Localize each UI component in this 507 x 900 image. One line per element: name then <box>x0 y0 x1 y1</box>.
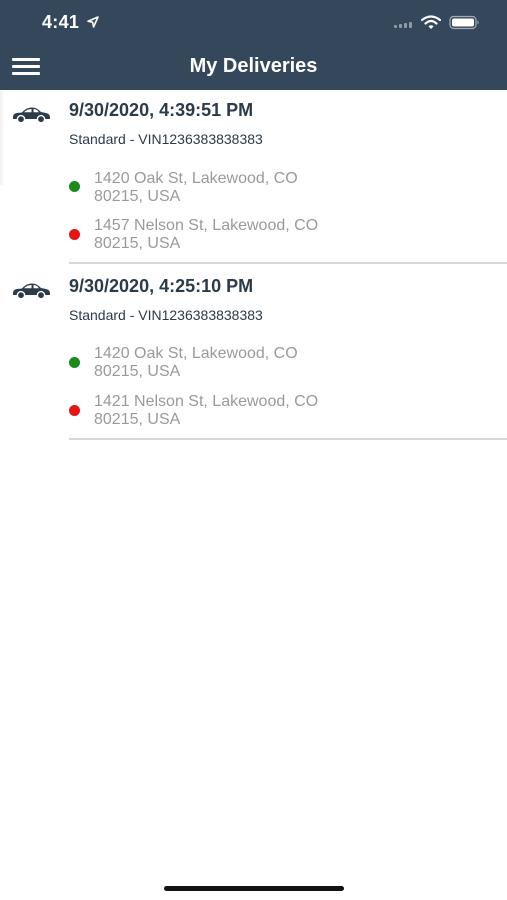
delivery-card[interactable]: 9/30/2020, 4:25:10 PM Standard - VIN1236… <box>0 266 507 440</box>
location-arrow-icon <box>87 16 99 28</box>
pickup-address-line1: 1420 Oak St, Lakewood, CO <box>94 345 298 362</box>
wifi-icon <box>421 15 441 29</box>
delivery-vehicle-info: Standard - VIN1236383838383 <box>69 307 263 323</box>
pickup-address-line2: 80215, USA <box>94 363 181 380</box>
dropoff-address-line1: 1421 Nelson St, Lakewood, CO <box>94 393 319 410</box>
dropoff-dot-icon <box>69 405 80 416</box>
cellular-signal-icon <box>394 22 416 28</box>
pickup-address-line1: 1420 Oak St, Lakewood, CO <box>94 170 298 187</box>
dropoff-address-line2: 80215, USA <box>94 235 181 252</box>
pickup-dot-icon <box>69 357 80 368</box>
dropoff-address-line2: 80215, USA <box>94 411 181 428</box>
divider <box>69 262 507 264</box>
top-bar: 4:41 My Deliveries <box>0 0 507 90</box>
car-icon <box>13 107 50 124</box>
dropoff-dot-icon <box>69 229 80 240</box>
page-title: My Deliveries <box>189 55 318 77</box>
status-time: 4:41 <box>42 12 80 32</box>
pickup-address-line2: 80215, USA <box>94 188 181 205</box>
delivery-card[interactable]: 9/30/2020, 4:39:51 PM Standard - VIN1236… <box>0 90 507 264</box>
pickup-dot-icon <box>69 181 80 192</box>
car-icon <box>13 283 50 300</box>
delivery-vehicle-info: Standard - VIN1236383838383 <box>69 131 263 147</box>
delivery-datetime: 9/30/2020, 4:25:10 PM <box>69 276 254 296</box>
divider <box>69 438 507 440</box>
home-indicator[interactable] <box>164 886 344 891</box>
delivery-datetime: 9/30/2020, 4:39:51 PM <box>69 100 254 120</box>
battery-icon <box>449 15 479 30</box>
dropoff-address-line1: 1457 Nelson St, Lakewood, CO <box>94 217 319 234</box>
